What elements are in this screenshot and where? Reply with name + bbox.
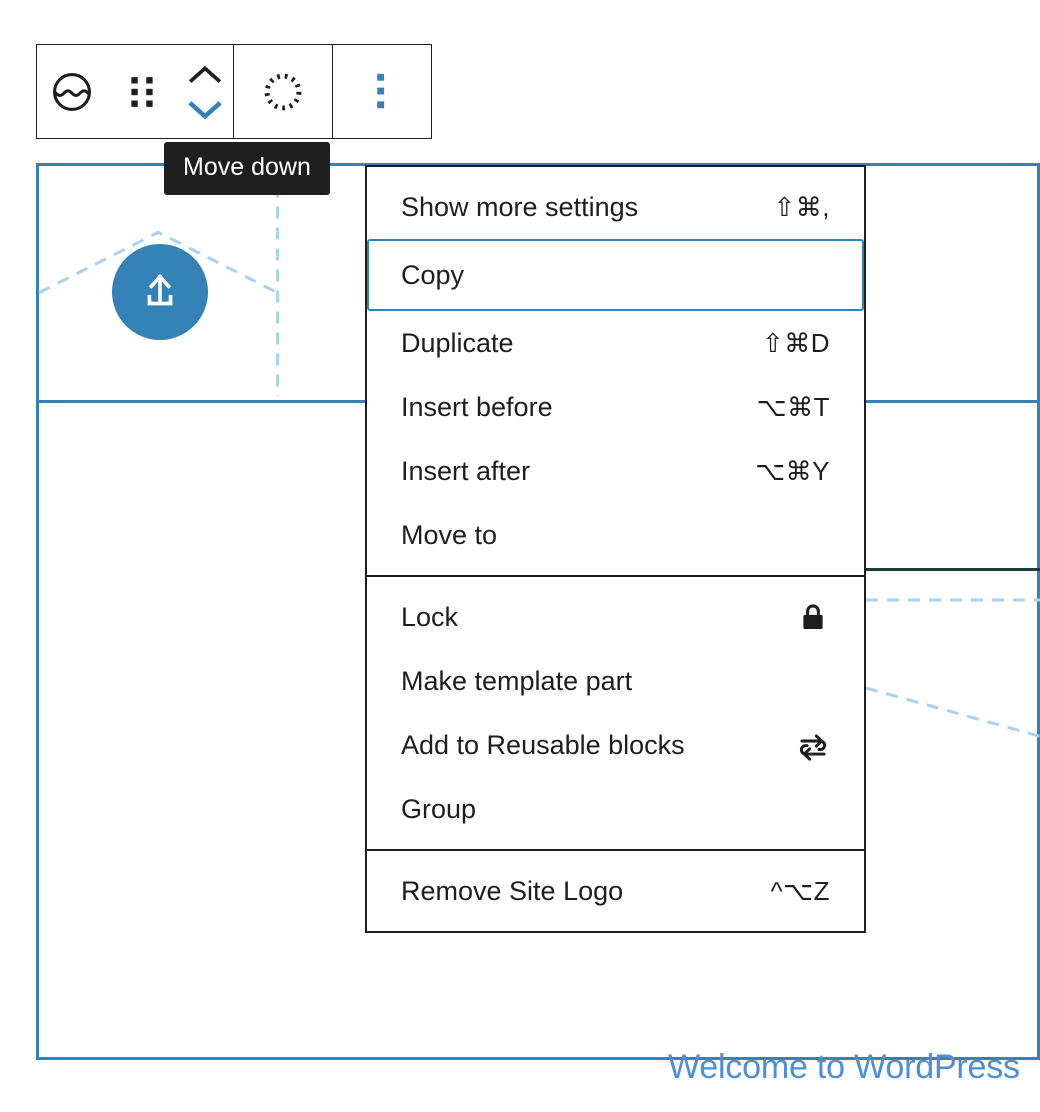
tooltip-move-down: Move down xyxy=(164,142,330,195)
drag-handle-button[interactable] xyxy=(107,45,177,138)
welcome-paragraph[interactable]: Welcome to WordPress xyxy=(668,1048,1020,1087)
menu-item-shortcut: ⇧⌘, xyxy=(773,192,830,222)
menu-item-remove-site-logo[interactable]: Remove Site Logo ^⌥Z xyxy=(367,859,864,923)
menu-item-shortcut: ⌥⌘Y xyxy=(755,456,830,486)
menu-item-label: Group xyxy=(401,793,477,824)
menu-item-label: Copy xyxy=(401,259,465,290)
chevron-up-icon xyxy=(188,65,222,83)
ellipsis-vertical-icon xyxy=(377,73,385,108)
lock-icon xyxy=(796,600,830,634)
block-movers xyxy=(177,45,233,138)
menu-item-insert-before[interactable]: Insert before ⌥⌘T xyxy=(367,375,864,439)
menu-item-label: Lock xyxy=(401,601,459,632)
menu-item-lock[interactable]: Lock xyxy=(367,585,864,649)
toolbar-group-block xyxy=(37,45,234,138)
menu-item-label: Move to xyxy=(401,519,498,550)
menu-item-label: Insert before xyxy=(401,391,553,422)
menu-item-insert-after[interactable]: Insert after ⌥⌘Y xyxy=(367,439,864,503)
menu-group-block-remove: Remove Site Logo ^⌥Z xyxy=(367,851,864,931)
move-up-button[interactable] xyxy=(182,61,228,87)
more-options-button[interactable] xyxy=(333,45,431,138)
menu-item-copy[interactable]: Copy xyxy=(367,239,864,311)
placeholder-dashes-right xyxy=(865,598,1040,738)
menu-item-add-to-reusable-blocks[interactable]: Add to Reusable blocks xyxy=(367,713,864,777)
block-options-menu: Show more settings ⇧⌘, Copy Duplicate ⇧⌘D Ins… xyxy=(365,165,866,933)
menu-item-move-to[interactable]: Move to xyxy=(367,503,864,567)
toolbar-group-options xyxy=(333,45,431,138)
upload-icon xyxy=(147,274,173,306)
menu-item-group[interactable]: Group xyxy=(367,777,864,841)
menu-item-shortcut: ⇧⌘D xyxy=(761,328,830,358)
site-logo-icon xyxy=(53,72,91,111)
chevron-down-icon xyxy=(188,100,222,119)
menu-group-block-transforms: Lock Make template part Add to Reusable bl… xyxy=(367,577,864,851)
move-down-button[interactable] xyxy=(182,97,228,123)
reusable-icon xyxy=(796,728,830,762)
toolbar-group-shape xyxy=(234,45,333,138)
menu-item-shortcut: ⌥⌘T xyxy=(756,392,830,422)
menu-item-label: Show more settings xyxy=(401,191,639,222)
upload-button[interactable] xyxy=(112,244,208,340)
menu-item-label: Duplicate xyxy=(401,327,514,358)
block-type-site-logo-button[interactable] xyxy=(37,45,107,138)
dotted-circle-icon xyxy=(264,73,302,110)
drag-handle-icon xyxy=(131,76,153,107)
toggle-shape-button[interactable] xyxy=(234,45,332,138)
menu-item-duplicate[interactable]: Duplicate ⇧⌘D xyxy=(367,311,864,375)
menu-group-block-actions: Show more settings ⇧⌘, Copy Duplicate ⇧⌘D Ins… xyxy=(367,167,864,577)
menu-item-label: Make template part xyxy=(401,665,633,696)
menu-item-label: Remove Site Logo xyxy=(401,875,624,906)
menu-item-make-template-part[interactable]: Make template part xyxy=(367,649,864,713)
menu-item-shortcut: ^⌥Z xyxy=(770,876,830,906)
menu-item-label: Insert after xyxy=(401,455,531,486)
menu-item-label: Add to Reusable blocks xyxy=(401,729,685,760)
menu-item-show-more-settings[interactable]: Show more settings ⇧⌘, xyxy=(367,175,864,239)
block-toolbar xyxy=(36,44,432,139)
